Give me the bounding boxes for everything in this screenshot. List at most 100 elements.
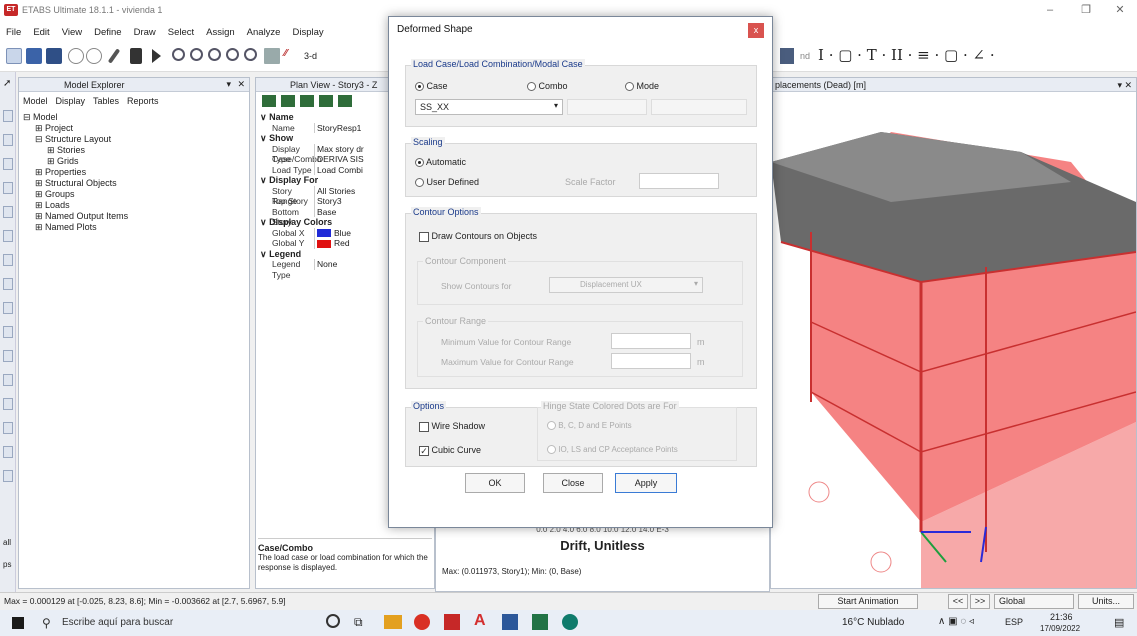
tree-item-project[interactable]: ⊞ Project (23, 123, 128, 134)
draw-opening-icon[interactable] (3, 302, 13, 314)
draw-dimension-icon[interactable] (3, 374, 13, 386)
word-icon[interactable] (502, 614, 518, 630)
case-select[interactable]: SS_XX ▾ (415, 99, 563, 115)
draw-beam-icon[interactable] (3, 158, 13, 170)
etabs-taskbar-icon[interactable] (444, 614, 460, 630)
start-animation-button[interactable]: Start Animation (818, 594, 918, 609)
taskbar-search-input[interactable]: Escribe aquí para buscar (62, 617, 173, 628)
properties-icon[interactable] (338, 95, 352, 107)
next-step-button[interactable]: >> (970, 594, 990, 609)
draw-floor-icon[interactable] (3, 278, 13, 290)
sort-icon[interactable] (300, 95, 314, 107)
draw-grid-icon[interactable] (3, 422, 13, 434)
cortana-icon[interactable] (326, 614, 340, 628)
acrobat-icon[interactable]: A (474, 612, 486, 630)
lock-icon[interactable] (130, 48, 142, 64)
set-display-icon[interactable] (780, 48, 794, 64)
draw-wall-stack-icon[interactable] (3, 446, 13, 458)
radio-automatic[interactable]: Automatic (415, 157, 466, 168)
menu-assign[interactable]: Assign (206, 27, 235, 38)
new-model-icon[interactable] (6, 48, 22, 64)
task-view-icon[interactable]: ⧉ (354, 615, 363, 630)
redo-icon[interactable] (86, 48, 102, 64)
menu-define[interactable]: Define (94, 27, 121, 38)
rubber-band-zoom-icon[interactable] (264, 48, 280, 64)
run-analysis-icon[interactable] (152, 49, 161, 63)
pan-icon[interactable] (244, 48, 257, 61)
3d-view-button[interactable]: 3-d (304, 51, 317, 61)
mode-input-1[interactable] (567, 99, 647, 115)
min-value-input[interactable] (611, 333, 691, 349)
edge-icon[interactable] (562, 614, 578, 630)
draw-contours-checkbox[interactable]: Draw Contours on Objects (419, 231, 537, 242)
radio-mode[interactable]: Mode (625, 81, 659, 92)
weather-text[interactable]: 16°C Nublado (842, 617, 904, 628)
tab-tables[interactable]: Tables (93, 96, 119, 106)
tab-model[interactable]: Model (23, 96, 48, 106)
open-icon[interactable] (26, 48, 42, 64)
tree-item-model[interactable]: ⊟ Model (23, 112, 128, 123)
excel-icon[interactable] (532, 614, 548, 630)
tree-item-stories[interactable]: ⊞ Stories (23, 145, 128, 156)
scale-factor-input[interactable] (639, 173, 719, 189)
maximize-icon[interactable]: ❐ (1076, 3, 1096, 17)
hinge-radio-bcde[interactable]: B, C, D and E Points (547, 421, 632, 431)
units-button[interactable]: Units... (1078, 594, 1134, 609)
pin-icon[interactable]: ▾ (226, 79, 231, 90)
mode-input-2[interactable] (651, 99, 747, 115)
tab-display[interactable]: Display (56, 96, 86, 106)
radio-combo[interactable]: Combo (527, 81, 568, 92)
tab-reports[interactable]: Reports (127, 96, 159, 106)
minimize-icon[interactable]: – (1040, 3, 1060, 17)
undo-icon[interactable] (68, 48, 84, 64)
menu-edit[interactable]: Edit (33, 27, 49, 38)
tree-item-named-output-items[interactable]: ⊞ Named Output Items (23, 211, 128, 222)
tray-icons[interactable]: ∧ ▣ ◌ ◃ (938, 616, 974, 627)
menu-display[interactable]: Display (292, 27, 323, 38)
search-icon[interactable]: ⚲ (42, 616, 51, 630)
apply-button[interactable]: Apply (615, 473, 677, 493)
notification-icon[interactable]: ▤ (1114, 616, 1124, 629)
pencil-icon[interactable] (107, 48, 121, 64)
tree-item-properties[interactable]: ⊞ Properties (23, 167, 128, 178)
close-view-icon[interactable]: ▾ ✕ (1117, 78, 1132, 92)
close-window-icon[interactable]: ✕ (1110, 3, 1130, 17)
zoom-out-icon[interactable] (208, 48, 221, 61)
clock-time[interactable]: 21:36 (1050, 612, 1073, 622)
select-previous-icon[interactable]: ps (3, 560, 13, 572)
tree-item-structural-objects[interactable]: ⊞ Structural Objects (23, 178, 128, 189)
tree-item-named-plots[interactable]: ⊞ Named Plots (23, 222, 128, 233)
close-button[interactable]: Close (543, 473, 603, 493)
menu-draw[interactable]: Draw (134, 27, 156, 38)
tree-item-grids[interactable]: ⊞ Grids (23, 156, 128, 167)
tree-item-loads[interactable]: ⊞ Loads (23, 200, 128, 211)
radio-case[interactable]: Case (415, 81, 448, 92)
file-explorer-icon[interactable] (384, 615, 402, 629)
menu-analyze[interactable]: Analyze (247, 27, 281, 38)
chrome-icon[interactable] (414, 614, 430, 630)
prev-step-button[interactable]: << (948, 594, 968, 609)
clock-date[interactable]: 17/09/2022 (1040, 624, 1080, 633)
draw-link-icon[interactable] (3, 326, 13, 338)
3d-view-panel[interactable]: placements (Dead) [m] ▾ ✕ (770, 77, 1137, 589)
radio-user-defined[interactable]: User Defined (415, 177, 479, 188)
language-indicator[interactable]: ESP (1005, 617, 1023, 627)
grid-view-icon[interactable] (262, 95, 276, 107)
max-value-input[interactable] (611, 353, 691, 369)
hinge-radio-acceptance[interactable]: IO, LS and CP Acceptance Points (547, 445, 678, 455)
draw-joint-icon[interactable] (3, 110, 13, 122)
category-view-icon[interactable] (281, 95, 295, 107)
draw-column-icon[interactable] (3, 182, 13, 194)
ok-button[interactable]: OK (465, 473, 525, 493)
draw-reference-point-icon[interactable] (3, 398, 13, 410)
draw-wall-icon[interactable] (3, 254, 13, 266)
section-i-icon[interactable]: I · ▢ · T · II · ≡ · ▢ · ∠ · (818, 46, 995, 64)
set-view-icon[interactable]: ⁄⁄ (284, 48, 300, 64)
menu-select[interactable]: Select (168, 27, 194, 38)
table-icon[interactable] (319, 95, 333, 107)
dialog-close-icon[interactable]: x (748, 23, 764, 38)
draw-frame-icon[interactable] (3, 134, 13, 146)
menu-view[interactable]: View (62, 27, 82, 38)
draw-area-icon[interactable] (3, 230, 13, 242)
zoom-window-icon[interactable] (172, 48, 185, 61)
